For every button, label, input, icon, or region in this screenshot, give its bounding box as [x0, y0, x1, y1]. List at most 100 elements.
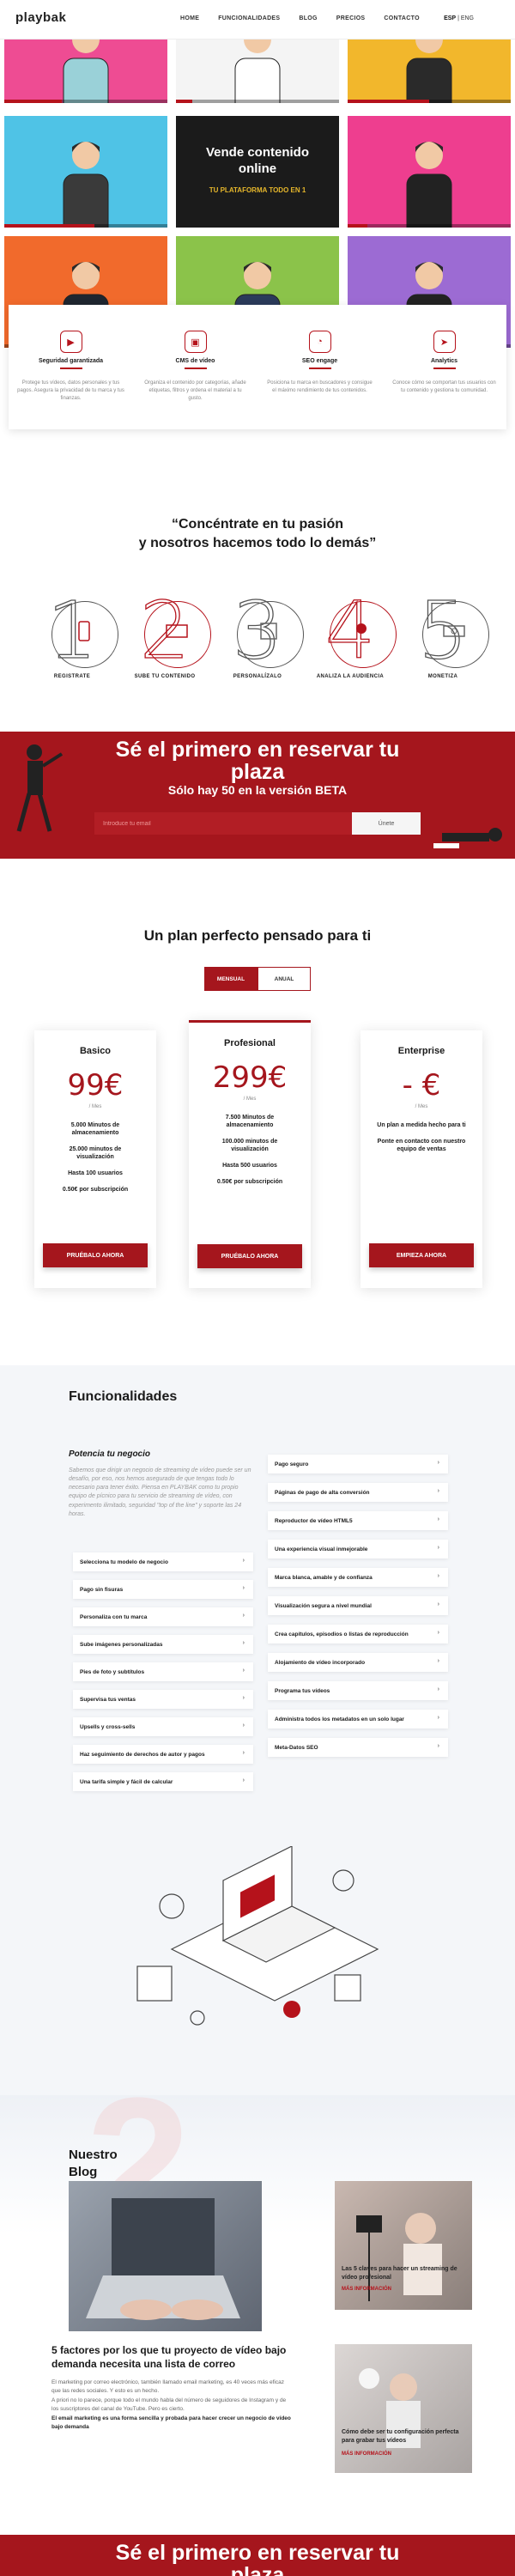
underline [184, 368, 207, 369]
feature-title: Analytics [430, 358, 458, 364]
plan-feature: 5.000 Minutos de almacenamiento [70, 1122, 120, 1137]
feature-accordion-item[interactable]: Sube imágenes personalizadas › [73, 1635, 253, 1654]
feature-seo: ◔ SEO engage Posiciona tu marca en busca… [258, 305, 382, 429]
try-now-button[interactable]: PRUÉBALO AHORA [43, 1243, 148, 1267]
phone-icon [78, 621, 90, 641]
more-info-link[interactable]: MÁS INFORMACIÓN [342, 2451, 391, 2457]
feature-security: ▶ Seguridad garantizada Protege tus víde… [9, 305, 133, 429]
feature-accordion-item[interactable]: Selecciona tu modelo de negocio › [73, 1552, 253, 1571]
feature-accordion-item[interactable]: Reproductor de vídeo HTML5 › [268, 1511, 448, 1530]
lying-person-illustration [433, 828, 502, 848]
functionalities-subtitle: Potencia tu negocio [69, 1449, 151, 1459]
feature-accordion-item[interactable]: Una tarifa simple y fácil de calcular › [73, 1772, 253, 1791]
hero-center-tile: Vende contenido online TU PLATAFORMA TODO … [176, 116, 339, 228]
feature-accordion-item[interactable]: Una experiencia visual inmejorable › [268, 1540, 448, 1558]
video-progress-bar[interactable] [348, 100, 511, 103]
hero-tile [4, 116, 167, 228]
chevron-right-icon: › [437, 1630, 439, 1636]
feature-accordion-item[interactable]: Supervisa tus ventas › [73, 1690, 253, 1709]
hero-subtitle: TU PLATAFORMA TODO EN 1 [209, 186, 306, 194]
person-avatar [406, 142, 452, 228]
lang-eng[interactable]: | ENG [457, 15, 474, 21]
accordion-label: Pago sin fisuras [80, 1586, 124, 1593]
accordion-label: Crea capítulos, episodios o listas de re… [275, 1631, 409, 1637]
plan-professional: Profesional 299€ / Mes 7.500 Minutos de … [189, 1020, 311, 1288]
step-label: SUBE TU CONTENIDO [134, 674, 196, 679]
nav-funcionalidades[interactable]: FUNCIONALIDADES [218, 15, 280, 21]
feature-accordion-item[interactable]: Alojamiento de vídeo incorporado › [268, 1653, 448, 1672]
feature-accordion-item[interactable]: Pago seguro › [268, 1455, 448, 1473]
video-progress-bar[interactable] [4, 224, 167, 228]
plan-period: / Mes [243, 1097, 257, 1102]
plan-period: / Mes [415, 1104, 428, 1109]
post-excerpt: El marketing por correo electrónico, tam… [52, 2379, 292, 2432]
accordion-label: Alojamiento de vídeo incorporado [275, 1659, 366, 1666]
video-progress-bar[interactable] [348, 224, 511, 228]
nav-precios[interactable]: PRECIOS [336, 15, 366, 21]
feature-accordion-item[interactable]: Marca blanca, amable y de confianza › [268, 1568, 448, 1587]
title-line: Sé el primero en reservar tu [115, 738, 400, 762]
post-paragraph: El email marketing es una forma sencilla… [52, 2415, 291, 2430]
feature-accordion-item[interactable]: Programa tus vídeos › [268, 1681, 448, 1700]
feature-accordion-item[interactable]: Páginas de pago de alta conversión › [268, 1483, 448, 1502]
title-line: Nuestro [69, 2148, 118, 2162]
post-title[interactable]: 5 factores por los que tu proyecto de ví… [52, 2344, 292, 2371]
accordion-label: Programa tus vídeos [275, 1687, 330, 1694]
step-label: REGISTRATE [53, 674, 91, 679]
logo[interactable]: playbak [15, 10, 66, 25]
chevron-right-icon: › [242, 1668, 245, 1674]
more-info-link[interactable]: MÁS INFORMACIÓN [342, 2287, 391, 2292]
accordion-label: Reproductor de vídeo HTML5 [275, 1517, 353, 1524]
chevron-right-icon: › [242, 1613, 245, 1619]
chevron-right-icon: › [437, 1488, 439, 1494]
join-button[interactable]: Únete [352, 812, 421, 835]
feature-accordion-item[interactable]: Personaliza con tu marca › [73, 1607, 253, 1626]
accordion-label: Pies de foto y subtítulos [80, 1668, 145, 1675]
chevron-right-icon: › [242, 1585, 245, 1591]
feature-accordion-item[interactable]: Pies de foto y subtítulos › [73, 1662, 253, 1681]
feature-accordion-item[interactable]: Haz seguimiento de derechos de autor y p… [73, 1745, 253, 1764]
feature-accordion-item[interactable]: Pago sin fisuras › [73, 1580, 253, 1599]
upload-icon [166, 624, 188, 638]
plan-feature: Hasta 500 usuarios [222, 1163, 277, 1170]
feature-accordion-item[interactable]: Crea capítulos, episodios o listas de re… [268, 1625, 448, 1643]
side-post-title[interactable]: Cómo debe ser tu configuración perfecta … [342, 2428, 466, 2445]
email-input[interactable] [94, 812, 352, 835]
beta-subtitle: Sólo hay 50 en la versión BETA [167, 783, 348, 797]
accordion-label: Visualización segura a nivel mundial [275, 1602, 372, 1609]
accordion-label: Administra todos los metadatos en un sol… [275, 1716, 404, 1722]
chevron-right-icon: › [437, 1573, 439, 1579]
plan-feature: Hasta 100 usuarios [68, 1170, 123, 1177]
beta-title: Sé el primero en reservar tu plaza [0, 738, 515, 784]
chevron-right-icon: › [242, 1640, 245, 1646]
lang-esp[interactable]: ESP [444, 15, 456, 21]
feature-accordion-item[interactable]: Upsells y cross-sells › [73, 1717, 253, 1736]
toggle-monthly[interactable]: MENSUAL [204, 967, 258, 991]
feature-analytics: ➤ Analytics Conoce cómo se comportan tus… [382, 305, 506, 429]
plan-price: - € [402, 1068, 441, 1103]
main-nav: HOME FUNCIONALIDADES BLOG PRECIOS CONTAC… [180, 15, 420, 21]
features-card: ▶ Seguridad garantizada Protege tus víde… [9, 305, 506, 429]
accordion-label: Selecciona tu modelo de negocio [80, 1558, 168, 1565]
laptop-hands-image [86, 2198, 240, 2320]
toggle-annual[interactable]: ANUAL [258, 967, 311, 991]
plan-period: / Mes [88, 1104, 102, 1109]
accordion-label: Personaliza con tu marca [80, 1613, 148, 1620]
plan-name: Enterprise [397, 1046, 445, 1056]
try-now-button[interactable]: PRUÉBALO AHORA [197, 1244, 302, 1268]
video-progress-bar[interactable] [176, 100, 339, 103]
step-2: 2 SUBE TU CONTENIDO [118, 591, 211, 679]
feature-accordion-item[interactable]: Administra todos los metadatos en un sol… [268, 1710, 448, 1728]
nav-blog[interactable]: BLOG [299, 15, 317, 21]
nav-contacto[interactable]: CONTACTO [384, 15, 419, 21]
video-progress-bar[interactable] [4, 100, 167, 103]
chevron-right-icon: › [437, 1715, 439, 1721]
post-image[interactable] [69, 2181, 262, 2331]
nav-home[interactable]: HOME [180, 15, 199, 21]
underline [59, 368, 82, 369]
start-now-button[interactable]: EMPIEZA AHORA [369, 1243, 474, 1267]
feature-accordion-item[interactable]: Meta-Datos SEO › [268, 1738, 448, 1757]
plan-name: Profesional [224, 1038, 276, 1048]
side-post-title[interactable]: Las 5 claves para hacer un streaming de … [342, 2265, 462, 2282]
feature-accordion-item[interactable]: Visualización segura a nivel mundial › [268, 1596, 448, 1615]
